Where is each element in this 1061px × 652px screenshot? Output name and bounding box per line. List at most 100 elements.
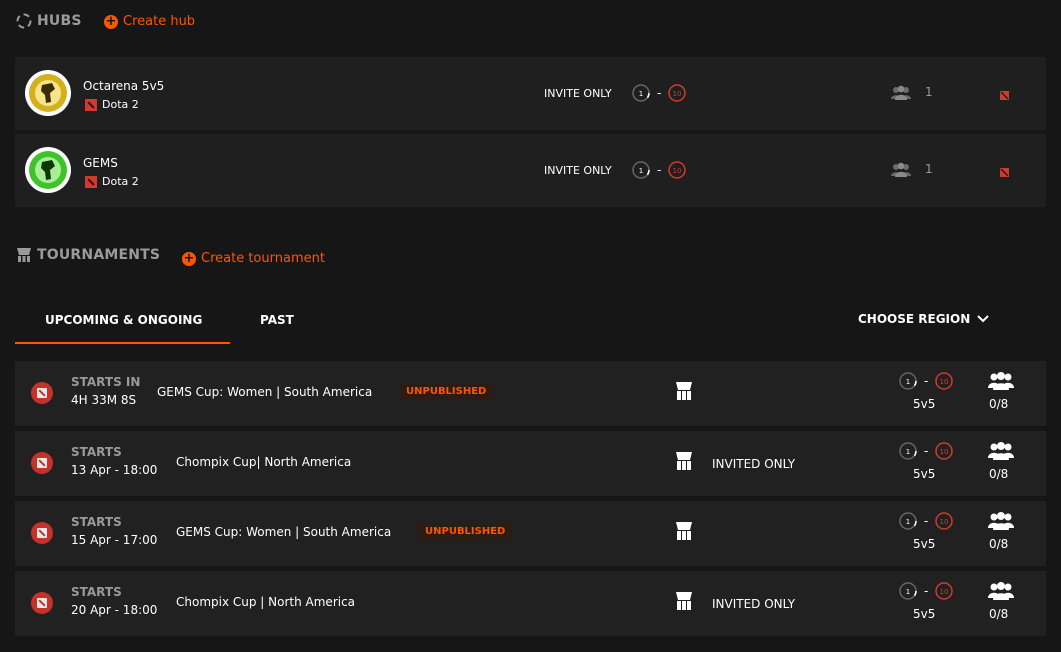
menu-icon[interactable] [1000,168,1009,177]
hubs-title: HUBS [37,13,82,29]
hubs-header: HUBS [15,12,82,30]
team-format: 5v5 [913,537,936,551]
skill-level-icon: 10 [668,84,687,102]
access-label: INVITED ONLY [712,597,796,611]
skill-level-icon: 10 [668,161,687,179]
skill-level-icon: 1 [899,372,917,390]
active-tab-indicator [15,342,230,344]
dota-icon [31,592,53,614]
starts-label: STARTS IN [71,375,141,389]
starts-label: STARTS [71,585,122,599]
skill-level-icon: 10 [935,512,954,530]
trophy-icon [676,522,692,540]
dota-icon [31,382,53,404]
svg-text:10: 10 [673,90,682,98]
svg-text:10: 10 [673,167,682,175]
members-count: 1 [925,162,933,176]
hub-name: GEMS [83,156,118,170]
tournament-row[interactable]: STARTS 20 Apr - 18:00 Chompix Cup | Nort… [15,571,1046,636]
team-format: 5v5 [913,467,936,481]
team-icon [988,442,1014,460]
starts-label: STARTS [71,515,122,529]
skill-dash: - [924,374,929,388]
tab-past[interactable]: PAST [260,313,294,327]
plus-circle-icon: + [182,250,196,266]
create-tournament-label: Create tournament [201,251,325,266]
trophy-icon [676,452,692,470]
svg-text:1: 1 [906,588,910,596]
tournament-name: GEMS Cup: Women | South America [176,525,392,539]
skill-range: 1 - 10 [898,441,954,461]
trophy-icon [676,592,692,610]
slots-count: 0/8 [989,537,1009,551]
choose-region-label: CHOOSE REGION [858,312,971,326]
hub-name: Octarena 5v5 [83,79,165,93]
skill-level-icon: 10 [935,442,954,460]
svg-text:1: 1 [639,90,643,98]
skill-level-icon: 1 [899,582,917,600]
svg-text:10: 10 [940,588,949,596]
tournaments-header: TOURNAMENTS [15,246,160,264]
slots-count: 0/8 [989,607,1009,621]
svg-text:1: 1 [906,518,910,526]
chevron-down-icon [977,315,989,323]
skill-dash: - [657,86,662,100]
tab-upcoming-ongoing[interactable]: UPCOMING & ONGOING [45,313,202,327]
start-time: 15 Apr - 17:00 [71,533,158,547]
members-icon [891,85,911,100]
tournament-name: Chompix Cup| North America [176,455,352,469]
hub-game-label: Dota 2 [102,98,139,111]
svg-text:10: 10 [940,518,949,526]
starts-label: STARTS [71,445,122,459]
skill-level-icon: 10 [935,582,954,600]
hub-game: Dota 2 [85,175,139,188]
svg-text:10: 10 [940,448,949,456]
create-hub-label: Create hub [123,14,196,29]
dota-icon [31,522,53,544]
skill-dash: - [924,444,929,458]
slots-count: 0/8 [989,467,1009,481]
tournament-row[interactable]: STARTS 13 Apr - 18:00 Chompix Cup| North… [15,431,1046,496]
plus-circle-icon: + [104,13,118,29]
hub-game: Dota 2 [85,98,139,111]
create-hub-button[interactable]: + Create hub [104,14,195,29]
dota-icon [85,175,97,188]
tournaments-title: TOURNAMENTS [37,247,161,263]
skill-dash: - [924,514,929,528]
unpublished-badge: UNPUBLISHED [418,523,513,540]
slots-count: 0/8 [989,397,1009,411]
trophy-icon [676,382,692,400]
skill-range: 1 - 10 [898,371,954,391]
tournament-name: GEMS Cup: Women | South America [157,385,373,399]
hub-game-label: Dota 2 [102,175,139,188]
choose-region-dropdown[interactable]: CHOOSE REGION [858,312,990,326]
start-time: 13 Apr - 18:00 [71,463,158,477]
start-time: 4H 33M 8S [71,393,137,407]
tournament-row[interactable]: STARTS IN 4H 33M 8S GEMS Cup: Women | So… [15,361,1046,426]
tournament-name: Chompix Cup | North America [176,595,356,609]
skill-range: 1 - 10 [631,160,687,180]
skill-range: 1 - 10 [631,83,687,103]
skill-level-icon: 10 [935,372,954,390]
svg-text:1: 1 [639,167,643,175]
tournament-row[interactable]: STARTS 15 Apr - 17:00 GEMS Cup: Women | … [15,501,1046,566]
hub-ring-icon [16,13,32,29]
hub-badge-icon [25,70,71,116]
create-tournament-button[interactable]: + Create tournament [182,251,325,266]
start-time: 20 Apr - 18:00 [71,603,158,617]
hub-badge-icon [25,147,71,193]
team-format: 5v5 [913,397,936,411]
unpublished-badge: UNPUBLISHED [399,383,494,400]
team-icon [988,372,1014,390]
trophy-icon [17,248,31,262]
team-icon [988,512,1014,530]
access-label: INVITED ONLY [712,457,796,471]
skill-level-icon: 1 [899,442,917,460]
menu-icon[interactable] [1000,91,1009,100]
skill-range: 1 - 10 [898,581,954,601]
members-count: 1 [925,85,933,99]
team-icon [988,582,1014,600]
hub-row[interactable]: GEMS Dota 2 INVITE ONLY 1 - 10 1 [15,134,1046,207]
hub-row[interactable]: Octarena 5v5 Dota 2 INVITE ONLY 1 - 10 1 [15,57,1046,130]
skill-level-icon: 1 [899,512,917,530]
